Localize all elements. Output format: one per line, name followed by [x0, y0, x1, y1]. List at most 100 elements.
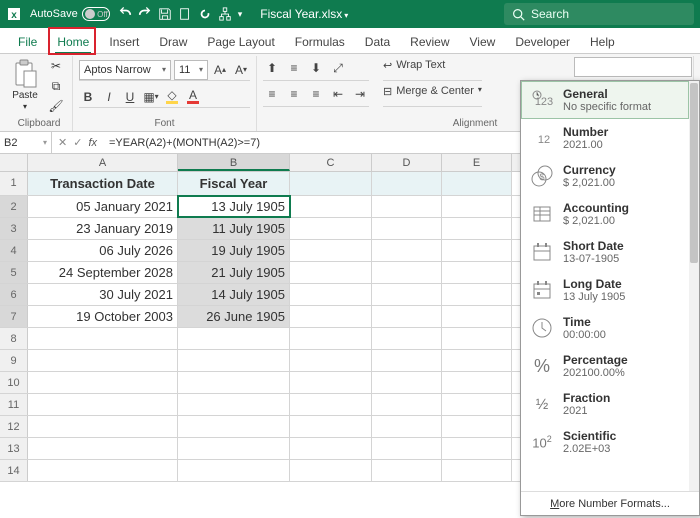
cell[interactable]: [372, 350, 442, 371]
cell[interactable]: [290, 350, 372, 371]
merge-center-button[interactable]: ⊟Merge & Center▾: [383, 85, 482, 107]
cell[interactable]: 24 September 2028: [28, 262, 178, 283]
cell[interactable]: [442, 350, 512, 371]
cell[interactable]: 19 July 1905: [178, 240, 290, 261]
decrease-font-icon[interactable]: A▾: [232, 61, 250, 79]
row-header[interactable]: 6: [0, 284, 28, 305]
cell[interactable]: [372, 240, 442, 261]
font-color-button[interactable]: A: [184, 88, 202, 106]
dropdown-scrollbar[interactable]: [689, 81, 699, 491]
cell[interactable]: [372, 438, 442, 459]
cell[interactable]: [28, 438, 178, 459]
cell[interactable]: 30 July 2021: [28, 284, 178, 305]
cell[interactable]: Transaction Date: [28, 172, 178, 195]
number-format-currency[interactable]: $ Currency $ 2,021.00: [521, 157, 689, 195]
tab-developer[interactable]: Developer: [505, 31, 580, 53]
cell[interactable]: [28, 350, 178, 371]
borders-button[interactable]: ▦▾: [142, 88, 160, 106]
tab-page-layout[interactable]: Page Layout: [197, 31, 284, 53]
cell[interactable]: [442, 262, 512, 283]
increase-font-icon[interactable]: A▴: [211, 61, 229, 79]
cell[interactable]: [178, 328, 290, 349]
cell[interactable]: [290, 328, 372, 349]
underline-button[interactable]: U: [121, 88, 139, 106]
cut-icon[interactable]: ✂: [46, 59, 66, 73]
number-format-short-date[interactable]: Short Date 13-07-1905: [521, 233, 689, 271]
cell[interactable]: [442, 372, 512, 393]
tab-home[interactable]: Home: [47, 31, 99, 53]
cell[interactable]: [28, 416, 178, 437]
row-header[interactable]: 13: [0, 438, 28, 459]
cell[interactable]: [28, 372, 178, 393]
cell[interactable]: [290, 218, 372, 239]
cell[interactable]: [290, 196, 372, 217]
cell[interactable]: [290, 262, 372, 283]
cell[interactable]: [442, 218, 512, 239]
orientation-icon[interactable]: ⤢: [329, 59, 347, 77]
row-header[interactable]: 14: [0, 460, 28, 481]
number-format-time[interactable]: Time 00:00:00: [521, 309, 689, 347]
cell[interactable]: [372, 218, 442, 239]
align-bottom-icon[interactable]: ⬇: [307, 59, 325, 77]
tab-review[interactable]: Review: [400, 31, 459, 53]
cell[interactable]: 13 July 1905: [178, 196, 290, 217]
number-format-general[interactable]: 123 General No specific format: [521, 81, 689, 119]
name-box[interactable]: B2▾: [0, 132, 52, 153]
increase-indent-icon[interactable]: ⇥: [351, 85, 369, 103]
cell[interactable]: [442, 240, 512, 261]
number-format-number[interactable]: 12 Number 2021.00: [521, 119, 689, 157]
cell[interactable]: 05 January 2021: [28, 196, 178, 217]
select-all-corner[interactable]: [0, 154, 28, 171]
cell[interactable]: [442, 306, 512, 327]
number-format-select[interactable]: [574, 57, 692, 77]
align-top-icon[interactable]: ⬆: [263, 59, 281, 77]
number-format-scientific[interactable]: 102 Scientific 2.02E+03: [521, 423, 689, 461]
cell[interactable]: [28, 394, 178, 415]
cell[interactable]: 11 July 1905: [178, 218, 290, 239]
number-format-percentage[interactable]: % Percentage 202100.00%: [521, 347, 689, 385]
cell[interactable]: [372, 172, 442, 195]
cell[interactable]: [372, 328, 442, 349]
formula-input[interactable]: =YEAR(A2)+(MONTH(A2)>=7): [103, 137, 260, 149]
wrap-text-button[interactable]: ↩Wrap Text: [383, 59, 482, 81]
cell[interactable]: [442, 394, 512, 415]
align-right-icon[interactable]: ≡: [307, 85, 325, 103]
row-header[interactable]: 2: [0, 196, 28, 217]
cell[interactable]: [442, 284, 512, 305]
fill-color-button[interactable]: ◇: [163, 88, 181, 106]
cell[interactable]: [442, 460, 512, 481]
cell[interactable]: [372, 394, 442, 415]
cancel-formula-icon[interactable]: ✕: [58, 136, 67, 149]
undo-icon[interactable]: [118, 7, 132, 21]
more-number-formats[interactable]: More Number Formats...: [521, 491, 699, 515]
autosave-toggle[interactable]: AutoSave Off: [30, 7, 110, 21]
file-name[interactable]: Fiscal Year.xlsx▾: [260, 7, 348, 21]
search-box[interactable]: Search: [504, 3, 694, 25]
col-header-e[interactable]: E: [442, 154, 512, 171]
tab-insert[interactable]: Insert: [99, 31, 149, 53]
cell[interactable]: [178, 438, 290, 459]
align-left-icon[interactable]: ≡: [263, 85, 281, 103]
cell[interactable]: [290, 372, 372, 393]
row-header[interactable]: 4: [0, 240, 28, 261]
row-header[interactable]: 7: [0, 306, 28, 327]
bold-button[interactable]: B: [79, 88, 97, 106]
tab-formulas[interactable]: Formulas: [285, 31, 355, 53]
cell[interactable]: [442, 438, 512, 459]
cell[interactable]: [290, 240, 372, 261]
cell[interactable]: [372, 262, 442, 283]
cell[interactable]: [290, 460, 372, 481]
row-header[interactable]: 1: [0, 172, 28, 195]
paste-button[interactable]: Paste ▾: [12, 59, 38, 111]
cell[interactable]: [28, 328, 178, 349]
tab-data[interactable]: Data: [355, 31, 400, 53]
cell[interactable]: [290, 394, 372, 415]
new-icon[interactable]: [178, 7, 192, 21]
decrease-indent-icon[interactable]: ⇤: [329, 85, 347, 103]
cell[interactable]: [290, 172, 372, 195]
col-header-b[interactable]: B: [178, 154, 290, 171]
chevron-down-icon[interactable]: ▾: [238, 9, 243, 20]
cell[interactable]: 06 July 2026: [28, 240, 178, 261]
col-header-d[interactable]: D: [372, 154, 442, 171]
number-format-fraction[interactable]: ½ Fraction 2021: [521, 385, 689, 423]
